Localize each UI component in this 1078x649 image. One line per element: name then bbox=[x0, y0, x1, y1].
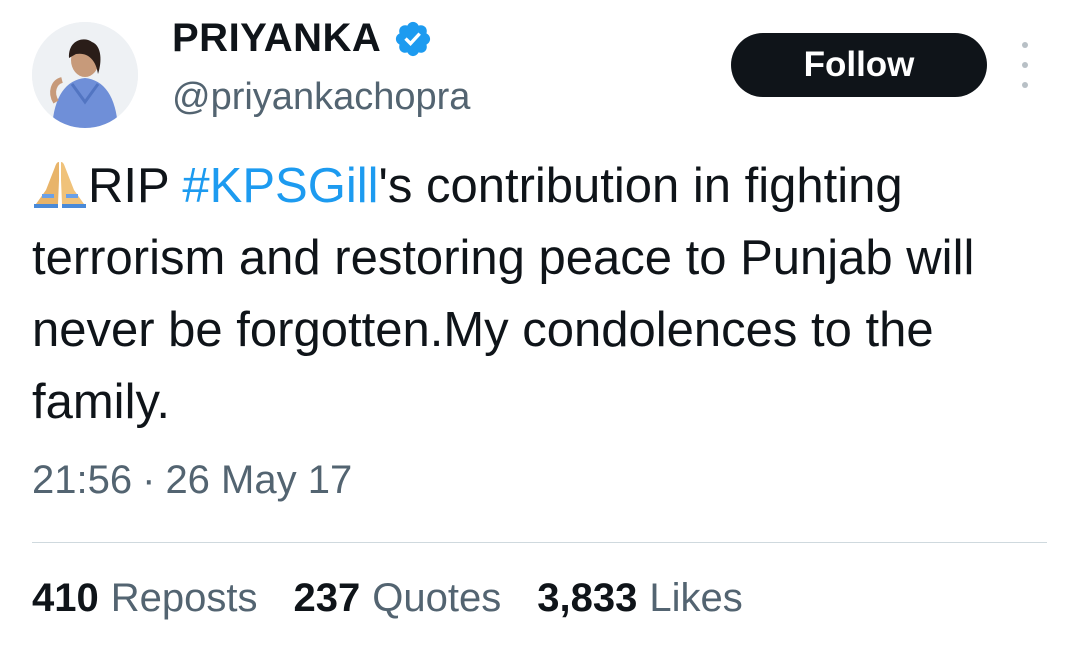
tweet-timestamp[interactable]: 21:56 · 26 May 17 bbox=[32, 458, 352, 503]
display-name[interactable]: PRIYANKA bbox=[172, 16, 433, 61]
tweet-date: 26 May 17 bbox=[165, 458, 353, 502]
quotes-count: 237 bbox=[293, 576, 361, 620]
avatar-image bbox=[32, 22, 138, 128]
handle[interactable]: @priyankachopra bbox=[172, 76, 470, 119]
avatar[interactable] bbox=[32, 22, 138, 128]
follow-button[interactable]: Follow bbox=[731, 33, 987, 97]
likes-count: 3,833 bbox=[537, 576, 638, 620]
more-options-icon[interactable] bbox=[1014, 42, 1036, 88]
reposts-count: 410 bbox=[32, 576, 99, 620]
quotes-stat[interactable]: 237 Quotes bbox=[294, 576, 502, 621]
divider bbox=[32, 542, 1047, 543]
hashtag-link[interactable]: #KPSGill bbox=[182, 159, 378, 213]
display-name-text: PRIYANKA bbox=[172, 16, 382, 60]
folded-hands-icon bbox=[32, 156, 88, 208]
tweet-text-prefix: RIP bbox=[88, 159, 183, 213]
reposts-label: Reposts bbox=[110, 576, 258, 620]
tweet-stats: 410 Reposts 237 Quotes 3,833 Likes bbox=[32, 576, 743, 621]
reposts-stat[interactable]: 410 Reposts bbox=[32, 576, 258, 621]
timestamp-separator: · bbox=[142, 458, 156, 502]
likes-label: Likes bbox=[649, 576, 743, 620]
tweet-text: RIP #KPSGill's contribution in fighting … bbox=[32, 150, 1062, 438]
likes-stat[interactable]: 3,833 Likes bbox=[537, 576, 743, 621]
verified-badge-icon bbox=[396, 21, 431, 56]
quotes-label: Quotes bbox=[372, 576, 502, 620]
tweet-time: 21:56 bbox=[32, 458, 133, 502]
